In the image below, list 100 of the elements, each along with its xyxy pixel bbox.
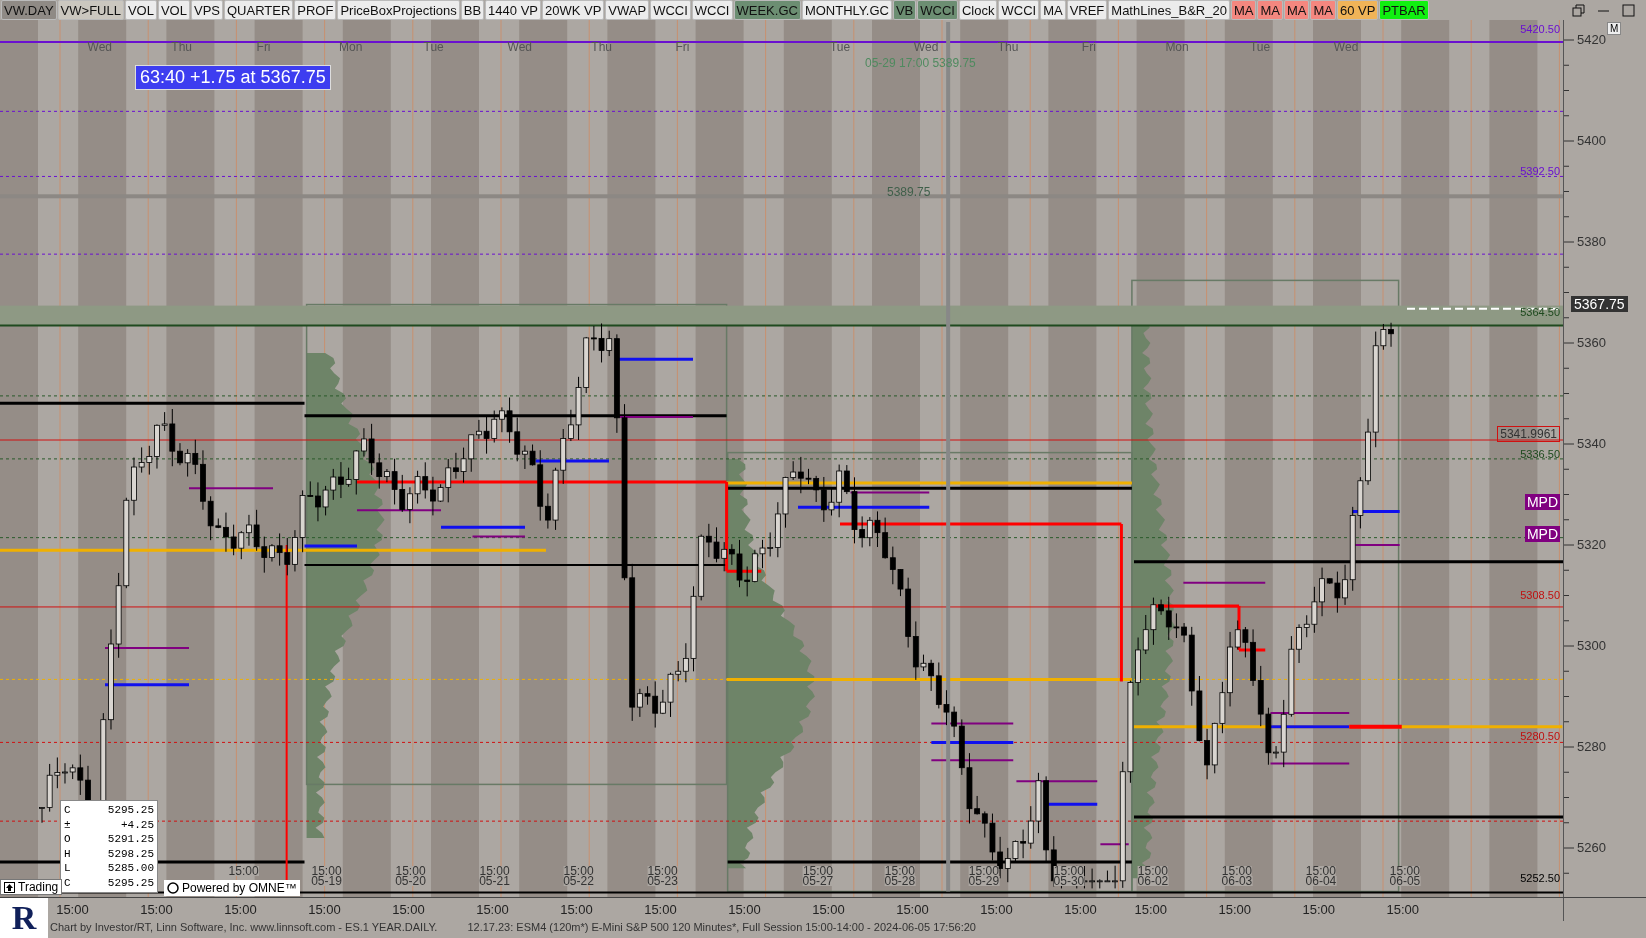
price-label: 5320 <box>1577 537 1606 552</box>
level-label: 5252.50 <box>1520 871 1560 884</box>
session-date: 05-30 <box>1053 876 1085 886</box>
level-label: 5341.9961 <box>1497 426 1560 443</box>
session-time: 15:00 <box>1137 866 1168 876</box>
session-time: 15:00 <box>1305 866 1336 876</box>
day-label: Wed <box>507 40 532 54</box>
indicator-button[interactable]: MA <box>1257 0 1283 20</box>
day-label: Mon <box>339 40 363 54</box>
level-label: MPD <box>1524 526 1560 543</box>
indicator-button[interactable]: PriceBoxProjections <box>337 0 460 20</box>
indicator-button[interactable]: MA <box>1310 0 1336 20</box>
session-time: 15:00 <box>884 866 915 876</box>
time-label: 15:00 <box>476 902 509 917</box>
time-label: 15:00 <box>308 902 341 917</box>
session-date: 06-05 <box>1389 876 1421 886</box>
last-price-tag: 5367.75 <box>1571 295 1628 312</box>
time-label: 15:00 <box>728 902 761 917</box>
indicator-button[interactable]: VPS <box>190 0 223 20</box>
ohlc-key: C <box>64 875 71 890</box>
session-date: 05-27 <box>802 876 834 886</box>
session-date: 05-20 <box>395 876 426 886</box>
day-label: Thu <box>997 40 1019 54</box>
indicator-button[interactable]: VREF <box>1066 0 1108 20</box>
session-date: 05-29 <box>968 876 1000 886</box>
day-label: Tue <box>829 40 851 54</box>
price-label: 5280 <box>1577 739 1606 754</box>
indicator-button[interactable]: VOL <box>157 0 190 20</box>
day-label: Wed <box>87 40 112 54</box>
session-time: 15:00 <box>647 866 678 876</box>
session-date: 05-22 <box>563 876 594 886</box>
indicator-button[interactable]: 20WK VP <box>542 0 605 20</box>
indicator-button[interactable]: VWAP <box>605 0 650 20</box>
session-date: 05-19 <box>311 876 342 886</box>
indicator-button[interactable]: Clock <box>958 0 998 20</box>
session-date: 06-03 <box>1221 876 1253 886</box>
crosshair-price: 5389.75 <box>887 185 931 199</box>
indicator-button[interactable]: PROF <box>294 0 337 20</box>
mode-button[interactable]: M <box>1607 22 1622 35</box>
ohlc-value: 5285.00 <box>107 861 154 876</box>
day-label: Fri <box>1081 40 1096 54</box>
day-label: Tue <box>1249 40 1271 54</box>
logo: R <box>0 898 48 938</box>
indicator-button[interactable]: VW.DAY <box>1 0 57 20</box>
indicator-button[interactable]: 60 VP <box>1336 0 1379 20</box>
indicator-button[interactable]: MathLines_B&R_20 <box>1108 0 1230 20</box>
price-label: 5260 <box>1577 840 1606 855</box>
session-time: 15:00 <box>563 866 594 876</box>
indicator-button[interactable]: 1440 VP <box>485 0 541 20</box>
day-label: Fri <box>256 40 271 54</box>
indicator-button[interactable]: MA <box>1283 0 1310 20</box>
session-date: 05-28 <box>884 876 916 886</box>
status-box: 63:40 +1.75 at 5367.75 <box>135 65 331 90</box>
price-label: 5420 <box>1577 32 1606 47</box>
chart-description: 12.17.23: ESM4 (120m*) E-Mini S&P 500 120 Minutes*, Full Session 15:00-14:00 - 2024-06-05 17:56:20 <box>467 921 976 933</box>
indicator-button[interactable]: VB <box>892 0 917 20</box>
ohlc-value: 5298.25 <box>107 846 154 861</box>
session-time: 15:00 <box>311 866 342 876</box>
level-label: 5392.50 <box>1520 164 1560 177</box>
indicator-button[interactable]: QUARTER <box>224 0 294 20</box>
price-label: 5300 <box>1577 638 1606 653</box>
indicator-button[interactable]: WCCI <box>650 0 691 20</box>
indicator-button[interactable]: VOL <box>124 0 157 20</box>
indicator-button[interactable]: WEEK.GC <box>733 0 801 20</box>
session-time: 15:00 <box>1389 866 1420 876</box>
session-date: 06-02 <box>1137 876 1169 886</box>
powered-by-text: Powered by OMNE™ <box>182 881 297 895</box>
time-label: 15:00 <box>224 902 257 917</box>
session-date: 05-23 <box>647 876 678 886</box>
ohlc-value: 5295.25 <box>107 875 154 890</box>
price-label: 5380 <box>1577 234 1606 249</box>
day-label: Thu <box>171 40 192 54</box>
indicator-button[interactable]: MA <box>1230 0 1257 20</box>
day-label: Wed <box>1333 40 1359 54</box>
indicator-button[interactable]: VW>FULL <box>57 0 124 20</box>
ohlc-value: 5295.25 <box>107 803 154 818</box>
indicator-button[interactable]: WCCI <box>691 0 733 20</box>
trading-button[interactable]: Trading <box>0 879 63 895</box>
session-time: 15:00 <box>1053 866 1084 876</box>
day-label: Thu <box>591 40 612 54</box>
indicator-button[interactable]: BB <box>460 0 485 20</box>
day-label: Mon <box>1165 40 1189 54</box>
indicator-button[interactable]: MA <box>1040 0 1066 20</box>
time-label: 15:00 <box>812 902 845 917</box>
credit-text: Chart by Investor/RT, Linn Software, Inc. www.linnsoft.com - ES.1 YEAR.DAILY. <box>50 921 438 933</box>
indicator-button[interactable]: PTBAR <box>1379 0 1429 20</box>
indicator-button[interactable]: MONTHLY.GC <box>801 0 892 20</box>
ohlc-key: L <box>64 861 71 876</box>
time-label: 15:00 <box>1218 902 1252 917</box>
time-label: 15:00 <box>644 902 677 917</box>
ohlc-key: H <box>64 846 71 861</box>
price-label: 5340 <box>1577 436 1606 451</box>
time-label: 15:00 <box>392 902 425 917</box>
level-label: 5308.50 <box>1520 589 1560 602</box>
session-date: 05-21 <box>479 876 510 886</box>
indicator-button[interactable]: WCCI <box>917 0 958 20</box>
ohlc-value: +4.25 <box>121 817 154 832</box>
time-label: 15:00 <box>980 902 1013 917</box>
indicator-button[interactable]: WCCI <box>998 0 1040 20</box>
ohlc-key: O <box>64 832 71 847</box>
